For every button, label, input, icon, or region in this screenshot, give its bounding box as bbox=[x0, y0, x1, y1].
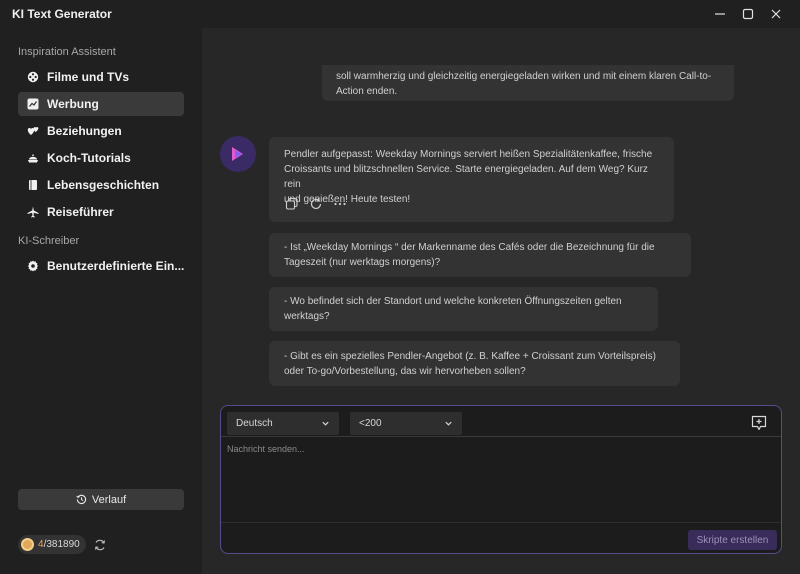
trend-chart-icon bbox=[27, 98, 39, 110]
chevron-down-icon bbox=[322, 421, 329, 426]
more-options-icon[interactable] bbox=[333, 197, 347, 211]
sidebar-item-filme[interactable]: Filme und TVs bbox=[18, 65, 184, 89]
create-scripts-button[interactable]: Skripte erstellen bbox=[688, 530, 777, 550]
sidebar-item-label: Reiseführer bbox=[47, 205, 114, 219]
refresh-icon[interactable] bbox=[93, 538, 107, 552]
length-value: <200 bbox=[359, 418, 382, 429]
sidebar-item-label: Werbung bbox=[47, 97, 99, 111]
sidebar-item-reisefuehrer[interactable]: Reiseführer bbox=[18, 200, 184, 224]
airplane-icon bbox=[27, 206, 39, 218]
divider bbox=[221, 522, 781, 523]
language-select[interactable]: Deutsch bbox=[227, 412, 339, 435]
hearts-icon bbox=[27, 125, 39, 137]
assistant-avatar bbox=[220, 136, 256, 172]
length-select[interactable]: <200 bbox=[350, 412, 462, 435]
suggestion-line: - Gibt es ein spezielles Pendler-Angebot… bbox=[284, 351, 656, 362]
suggestion-line: - Wo befindet sich der Standort und welc… bbox=[284, 296, 622, 307]
sidebar-item-label: Filme und TVs bbox=[47, 70, 130, 84]
copy-icon[interactable] bbox=[285, 197, 299, 211]
suggestion-question[interactable]: - Wo befindet sich der Standort und welc… bbox=[269, 287, 658, 331]
message-line: Action enden. bbox=[336, 86, 398, 97]
add-prompt-icon[interactable] bbox=[750, 414, 768, 432]
response-line: Pendler aufgepasst: Weekday Mornings ser… bbox=[284, 149, 653, 160]
cooking-pot-icon bbox=[27, 152, 39, 164]
maximize-icon bbox=[742, 8, 754, 20]
message-composer: Deutsch <200 Skripte erstellen bbox=[220, 405, 782, 554]
title-bar: KI Text Generator bbox=[0, 0, 800, 28]
user-request-bubble: soll warmherzig und gleichzeitig energie… bbox=[322, 65, 734, 101]
close-button[interactable] bbox=[760, 0, 792, 28]
section-label-ki-schreiber: KI-Schreiber bbox=[18, 235, 80, 247]
language-value: Deutsch bbox=[236, 418, 273, 429]
sidebar-item-koch-tutorials[interactable]: Koch-Tutorials bbox=[18, 146, 184, 170]
response-line: Croissants und blitzschnellen Service. S… bbox=[284, 164, 648, 190]
regenerate-icon[interactable] bbox=[309, 197, 323, 211]
credits-total: /381890 bbox=[43, 539, 80, 550]
gear-icon bbox=[27, 260, 39, 272]
sidebar-item-lebensgeschichten[interactable]: Lebensgeschichten bbox=[18, 173, 184, 197]
coin-icon bbox=[21, 538, 34, 551]
close-icon bbox=[771, 9, 781, 19]
assistant-response-bubble: Pendler aufgepasst: Weekday Mornings ser… bbox=[269, 137, 674, 222]
ai-logo-icon bbox=[232, 147, 243, 161]
credits-badge: 4 /381890 bbox=[18, 535, 86, 554]
app-title: KI Text Generator bbox=[12, 7, 112, 21]
message-line: soll warmherzig und gleichzeitig energie… bbox=[336, 71, 712, 82]
history-label: Verlauf bbox=[91, 493, 127, 506]
section-label-inspiration: Inspiration Assistent bbox=[18, 46, 116, 58]
history-button[interactable]: Verlauf bbox=[18, 489, 184, 510]
suggestion-line: Tageszeit (nur werktags morgens)? bbox=[284, 257, 441, 268]
suggestion-line: werktags? bbox=[284, 311, 330, 322]
suggestion-question[interactable]: - Ist „Weekday Mornings “ der Markenname… bbox=[269, 233, 691, 277]
minimize-icon bbox=[715, 13, 725, 15]
response-actions bbox=[285, 197, 347, 211]
suggestion-question[interactable]: - Gibt es ein spezielles Pendler-Angebot… bbox=[269, 341, 680, 386]
sidebar-item-werbung[interactable]: Werbung bbox=[18, 92, 184, 116]
sidebar-item-label: Benutzerdefinierte Ein... bbox=[47, 259, 184, 273]
sidebar-item-beziehungen[interactable]: Beziehungen bbox=[18, 119, 184, 143]
history-icon bbox=[76, 494, 87, 505]
sidebar-item-label: Lebensgeschichten bbox=[47, 178, 160, 192]
chat-panel: soll warmherzig und gleichzeitig energie… bbox=[202, 28, 800, 574]
sidebar-item-benutzerdefiniert[interactable]: Benutzerdefinierte Ein... bbox=[18, 254, 184, 278]
sidebar-item-label: Koch-Tutorials bbox=[47, 151, 131, 165]
chevron-down-icon bbox=[445, 421, 452, 426]
book-icon bbox=[27, 179, 39, 191]
suggestion-line: - Ist „Weekday Mornings “ der Markenname… bbox=[284, 242, 655, 253]
sidebar-item-label: Beziehungen bbox=[47, 124, 122, 138]
sidebar: Inspiration Assistent Filme und TVs Werb… bbox=[0, 28, 202, 574]
suggestion-line: oder To-go/Vorbestellung, das wir hervor… bbox=[284, 366, 526, 377]
message-input[interactable] bbox=[227, 442, 767, 456]
divider bbox=[221, 436, 781, 437]
film-reel-icon bbox=[27, 71, 39, 83]
